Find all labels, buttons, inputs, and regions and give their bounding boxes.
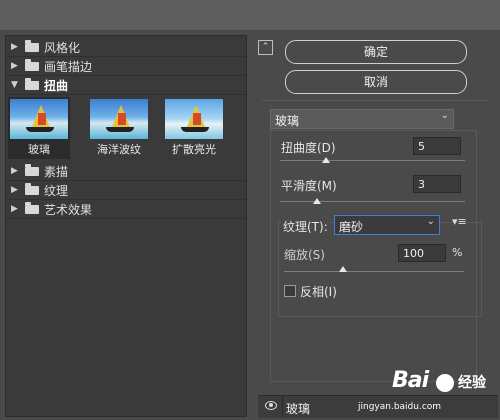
boat-hull-shape (26, 127, 54, 132)
filter-gallery: ▶ 风格化 ▶ 画笔描边 ▼ 扭曲 玻璃 海洋波纹 扩散亮光 ▶ 素描 ▶ 纹理… (5, 35, 247, 417)
category-label: 风格化 (44, 40, 81, 55)
sail-shape (118, 113, 126, 125)
divider (262, 100, 487, 101)
scaling-slider-track[interactable] (284, 271, 464, 272)
filter-thumb-label: 海洋波纹 (97, 143, 141, 156)
filter-select[interactable]: 玻璃 ⌄ (270, 109, 454, 129)
watermark: Bai 经验 jingyan.baidu.com (358, 368, 496, 418)
texture-select[interactable]: 磨砂 ⌄ (334, 215, 440, 235)
folder-icon (25, 58, 39, 71)
category-stylize[interactable]: ▶ 风格化 (6, 38, 246, 57)
texture-select-value: 磨砂 (339, 220, 364, 234)
category-sketch[interactable]: ▶ 素描 (6, 162, 246, 181)
cancel-button[interactable]: 取消 (285, 70, 467, 94)
ok-button[interactable]: 确定 (285, 40, 467, 64)
folder-icon (25, 163, 39, 176)
watermark-url: jingyan.baidu.com (358, 402, 442, 412)
scaling-slider-handle[interactable] (339, 266, 347, 272)
chevron-up-icon: ⌃ (261, 42, 270, 52)
smoothness-input[interactable]: 3 (413, 175, 461, 193)
sail-shape (193, 113, 201, 125)
invert-checkbox[interactable] (284, 285, 296, 297)
category-brush-strokes[interactable]: ▶ 画笔描边 (6, 57, 246, 76)
chevron-down-icon: ⌄ (426, 216, 435, 227)
watermark-logo: Bai (392, 368, 429, 393)
scaling-unit: % (452, 246, 463, 259)
filter-thumb-glass[interactable]: 玻璃 (8, 97, 70, 159)
category-label: 扭曲 (44, 78, 69, 93)
smoothness-slider-handle[interactable] (313, 198, 321, 204)
divider (282, 396, 283, 418)
texture-label: 纹理(T): (281, 218, 330, 235)
filter-thumb-diffuse-glow[interactable]: 扩散亮光 (163, 97, 225, 159)
collapse-gallery-button[interactable]: ⌃ (258, 40, 273, 55)
chevron-down-icon: ⌄ (440, 110, 449, 121)
eye-icon[interactable] (265, 401, 277, 410)
filter-thumb-label: 扩散亮光 (172, 143, 216, 156)
filter-preview-image (90, 99, 148, 139)
expand-icon: ▶ (11, 185, 18, 195)
filter-select-value: 玻璃 (275, 114, 300, 128)
filter-thumb-label: 玻璃 (28, 143, 50, 156)
filter-thumb-ocean-ripple[interactable]: 海洋波纹 (88, 97, 150, 159)
boat-hull-shape (106, 127, 134, 132)
scaling-label: 缩放(S) (284, 248, 325, 262)
texture-menu-icon[interactable]: ▾≡ (452, 215, 467, 228)
effect-layer-name: 玻璃 (286, 402, 311, 416)
paw-icon (436, 374, 454, 392)
folder-open-icon (25, 77, 39, 90)
sail-shape (38, 113, 46, 125)
collapse-arrow-icon: ▼ (11, 80, 18, 90)
smoothness-label: 平滑度(M) (281, 179, 337, 193)
category-label: 画笔描边 (44, 59, 93, 74)
expand-icon: ▶ (11, 204, 18, 214)
category-label: 艺术效果 (44, 202, 93, 217)
watermark-brand: 经验 (458, 375, 486, 391)
distortion-input[interactable]: 5 (413, 137, 461, 155)
distortion-slider-track[interactable] (280, 160, 465, 161)
folder-icon (25, 182, 39, 195)
texture-group (278, 222, 482, 317)
distortion-slider-handle[interactable] (322, 157, 331, 163)
expand-icon: ▶ (11, 42, 18, 52)
folder-icon (25, 39, 39, 52)
scaling-input[interactable]: 100 (398, 244, 446, 262)
category-texture[interactable]: ▶ 纹理 (6, 181, 246, 200)
smoothness-slider-track[interactable] (280, 201, 465, 202)
category-label: 纹理 (44, 183, 69, 198)
invert-label: 反相(I) (300, 285, 337, 299)
expand-icon: ▶ (11, 166, 18, 176)
category-artistic[interactable]: ▶ 艺术效果 (6, 200, 246, 219)
title-bar (0, 0, 500, 30)
category-label: 素描 (44, 164, 69, 179)
filter-preview-image (165, 99, 223, 139)
filter-preview-image (10, 99, 68, 139)
distortion-label: 扭曲度(D) (281, 141, 336, 155)
category-distort[interactable]: ▼ 扭曲 (6, 76, 246, 95)
expand-icon: ▶ (11, 61, 18, 71)
folder-icon (25, 201, 39, 214)
boat-hull-shape (181, 127, 209, 132)
